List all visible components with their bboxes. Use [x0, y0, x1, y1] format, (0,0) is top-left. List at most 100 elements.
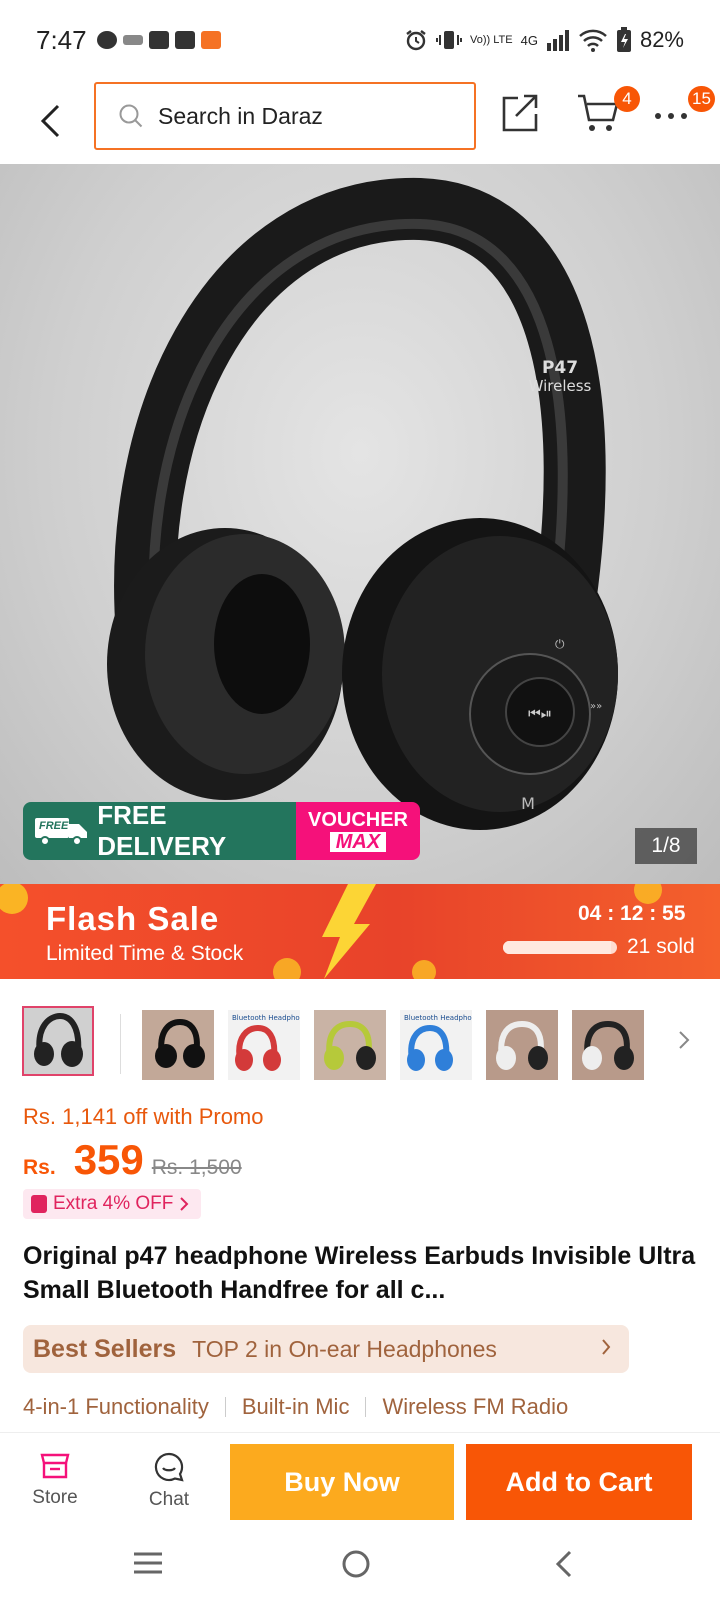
more-dots-icon — [655, 113, 687, 119]
back-button[interactable] — [30, 98, 70, 144]
thumb-caption-text: Bluetooth Headphone — [404, 1014, 472, 1022]
search-input[interactable]: Search in Daraz — [94, 82, 476, 150]
image-counter: 1/8 — [635, 828, 697, 864]
headphone-thumb-icon — [486, 1010, 558, 1080]
feature-item: Wireless FM Radio — [382, 1394, 569, 1419]
add-to-cart-button[interactable]: Add to Cart — [466, 1444, 692, 1520]
buy-now-button[interactable]: Buy Now — [230, 1444, 454, 1520]
home-circle-icon — [342, 1550, 370, 1578]
flash-sale-timer: 04 : 12 : 55 — [578, 902, 686, 925]
headphone-brand-label: P47 Wireless — [525, 359, 595, 395]
truck-icon: FREE — [35, 816, 87, 846]
free-delivery-section: FREE FREE DELIVERY — [23, 802, 296, 860]
search-icon — [119, 104, 143, 128]
best-sellers-row[interactable]: Best Sellers TOP 2 in On-ear Headphones — [23, 1325, 629, 1373]
status-bar: 7:47 Vo)) LTE 4G 82% — [0, 0, 720, 80]
svg-text:⏮⏯: ⏮⏯ — [528, 706, 552, 722]
top-header: Search in Daraz 4 15 — [0, 80, 720, 164]
thumbnail-2[interactable] — [142, 1010, 214, 1080]
feature-item: 4-in-1 Functionality — [23, 1394, 209, 1419]
chat-label: Chat — [148, 1489, 190, 1510]
wifi-icon — [579, 29, 607, 52]
thumbnail-4[interactable] — [314, 1010, 386, 1080]
more-options-button[interactable] — [654, 102, 694, 132]
headphone-thumb-icon: Bluetooth Headphone — [228, 1010, 308, 1080]
snapchat-icon — [96, 31, 117, 49]
youtube-icon — [174, 31, 195, 49]
original-price: Rs. 1,500 — [151, 1156, 242, 1179]
cart-count-badge: 4 — [614, 86, 640, 112]
best-sellers-label: Best Sellers — [33, 1334, 177, 1363]
share-button[interactable] — [500, 92, 546, 138]
promo-off-text: Rs. 1,141 off with Promo — [23, 1104, 264, 1129]
flash-sale-subtitle: Limited Time & Stock — [46, 942, 244, 965]
system-back-button[interactable] — [552, 1548, 592, 1584]
product-image-carousel[interactable]: ⏮⏯ M »» ⏻ P47 Wireless FREE FREE DELIVER… — [0, 164, 720, 884]
flash-sale-progress — [503, 941, 617, 954]
price-currency: Rs. — [23, 1156, 56, 1179]
notification-icons — [96, 31, 221, 49]
svg-text:⏻: ⏻ — [555, 637, 565, 651]
feature-separator — [224, 1397, 226, 1417]
home-button[interactable] — [340, 1548, 380, 1584]
signal-icon — [546, 30, 569, 51]
headphone-thumb-icon — [572, 1010, 644, 1080]
recent-apps-button[interactable] — [132, 1548, 172, 1584]
status-time: 7:47 — [36, 24, 87, 55]
feature-highlights: 4-in-1 Functionality Built-in Mic Wirele… — [23, 1394, 568, 1420]
headphone-thumb-icon — [34, 1012, 83, 1067]
extra-off-voucher[interactable]: Extra 4% OFF — [23, 1189, 202, 1219]
best-sellers-rank: TOP 2 in On-ear Headphones — [192, 1335, 497, 1362]
chevron-right-icon — [601, 1336, 611, 1362]
more-count-badge: 15 — [688, 86, 715, 112]
back-chevron-icon — [555, 1550, 572, 1578]
chat-icon — [154, 1452, 184, 1482]
flash-progress-fill — [503, 941, 612, 954]
thumbnail-strip: Bluetooth Headphone Bluetooth Headphone — [0, 1006, 720, 1082]
capcut-icon — [148, 31, 169, 49]
vibrate-icon — [436, 31, 463, 49]
free-delivery-banner: FREE FREE DELIVERY VOUCHER MAX — [23, 802, 420, 860]
thumbnail-6[interactable] — [486, 1010, 558, 1080]
price-value: 359 — [73, 1136, 144, 1183]
store-button[interactable]: Store — [20, 1451, 90, 1509]
lightning-bolt-icon — [322, 884, 376, 979]
headphone-thumb-icon — [142, 1010, 214, 1080]
brand-model: P47 — [541, 358, 579, 378]
thumbnail-next-button[interactable] — [678, 1028, 692, 1059]
thumbnail-1[interactable] — [22, 1006, 94, 1076]
battery-icon — [616, 27, 631, 52]
battery-percent: 82% — [639, 27, 684, 52]
menu-lines-icon — [134, 1552, 162, 1574]
chevron-right-icon — [679, 1031, 690, 1049]
voucher-max-text: MAX — [329, 832, 387, 852]
headphone-thumb-icon: Bluetooth Headphone — [400, 1010, 480, 1080]
thumbnail-3[interactable]: Bluetooth Headphone — [228, 1010, 308, 1080]
feature-item: Built-in Mic — [241, 1394, 350, 1419]
alarm-icon — [406, 30, 426, 51]
free-delivery-text: FREE DELIVERY — [97, 802, 227, 860]
thumbnail-7[interactable] — [572, 1010, 644, 1080]
extra-off-text: Extra 4% OFF — [53, 1193, 174, 1214]
price-row: Rs. 359 Rs. 1,500 — [23, 1136, 242, 1184]
product-title: Original p47 headphone Wireless Earbuds … — [23, 1242, 696, 1304]
thumb-caption-text: Bluetooth Headphone — [232, 1014, 300, 1022]
store-icon — [40, 1453, 70, 1479]
store-label: Store — [32, 1487, 78, 1508]
flash-sale-sold: 21 sold — [627, 935, 695, 958]
headphone-thumb-icon — [314, 1010, 386, 1080]
chat-button[interactable]: Chat — [134, 1451, 204, 1511]
thumbnail-divider — [120, 1014, 121, 1074]
game-icon — [200, 31, 221, 49]
thumbnail-5[interactable]: Bluetooth Headphone — [400, 1010, 480, 1080]
headphone-image: ⏮⏯ M »» ⏻ — [107, 177, 618, 830]
chevron-right-icon — [180, 1197, 189, 1211]
flash-sale-title: Flash Sale — [46, 900, 220, 937]
voucher-text: VOUCHER — [307, 809, 408, 831]
temu-icon — [122, 35, 143, 45]
bottom-action-bar: Store Chat Buy Now Add to Cart — [0, 1432, 720, 1524]
volte-indicator: Vo)) LTE — [470, 33, 513, 46]
share-icon — [502, 94, 538, 132]
flash-sale-banner[interactable]: Flash Sale Limited Time & Stock 04 : 12 … — [0, 884, 720, 979]
system-nav-bar — [0, 1524, 720, 1608]
